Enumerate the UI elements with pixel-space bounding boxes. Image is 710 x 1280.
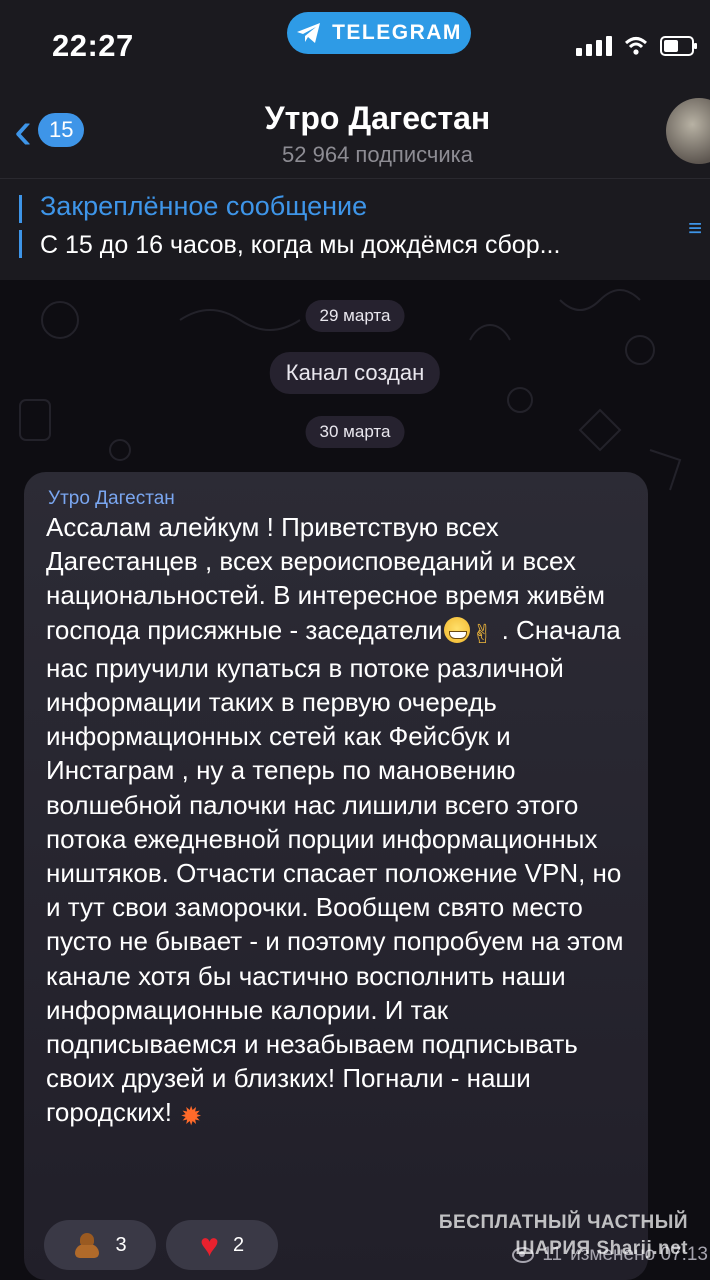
reaction-count: 2: [232, 1233, 245, 1256]
status-bar: 22:27 TELEGRAM: [0, 0, 710, 90]
reaction-poop[interactable]: 3: [44, 1220, 156, 1270]
ok-hand-emoji-icon: ✌: [471, 618, 494, 649]
message-text-part-2: . Сначала нас приучили купаться в потоке…: [46, 614, 624, 1128]
pinned-message-bar[interactable]: Закреплённое сообщение С 15 до 16 часов,…: [0, 178, 710, 281]
telegram-app-pill[interactable]: TELEGRAM: [287, 12, 471, 54]
channel-title[interactable]: Утро Дагестан: [0, 100, 710, 137]
telegram-icon: [297, 23, 321, 43]
heart-emoji-icon: ♥: [199, 1227, 219, 1263]
message-text: Ассалам алейкум ! Приветствую всех Дагес…: [46, 510, 636, 1134]
date-separator: 29 марта: [305, 300, 405, 332]
battery-icon: [660, 36, 697, 56]
watermark: БЕСПЛАТНЫЙ ЧАСТНЫЙ ШАРИЯ Sharij.net: [439, 1210, 688, 1262]
grinning-face-emoji-icon: [443, 616, 470, 643]
channel-message-bubble[interactable]: Утро Дагестан Ассалам алейкум ! Приветст…: [24, 472, 708, 1280]
pinned-list-icon[interactable]: ≡: [688, 215, 702, 243]
wifi-icon: [624, 37, 648, 55]
subscriber-count: 52 964 подписчика: [282, 142, 473, 167]
collision-emoji-icon: ✹: [180, 1101, 203, 1132]
pinned-indicator: [19, 195, 22, 265]
telegram-pill-label: TELEGRAM: [332, 21, 462, 44]
date-separator: 30 марта: [305, 416, 405, 448]
reaction-heart[interactable]: ♥ 2: [166, 1220, 278, 1270]
chat-area: 29 марта Канал создан 30 марта Утро Даге…: [0, 280, 710, 1280]
chat-header: ‹ 15 Утро Дагестан 52 964 подписчика: [0, 90, 710, 178]
pinned-text: С 15 до 16 часов, когда мы дождёмся сбор…: [40, 231, 561, 259]
watermark-line-2: ШАРИЯ Sharij.net: [515, 1238, 688, 1259]
reaction-count: 3: [115, 1233, 127, 1256]
cellular-signal-icon: [576, 34, 612, 56]
pinned-title: Закреплённое сообщение: [40, 191, 368, 221]
system-icons: [576, 34, 697, 56]
status-time: 22:27: [52, 28, 134, 63]
poop-emoji-icon: [73, 1232, 101, 1258]
service-message: Канал создан: [269, 352, 441, 394]
message-author: Утро Дагестан: [48, 488, 175, 509]
watermark-line-1: БЕСПЛАТНЫЙ ЧАСТНЫЙ: [438, 1212, 688, 1233]
reactions-row: 3 ♥ 2: [44, 1220, 278, 1270]
